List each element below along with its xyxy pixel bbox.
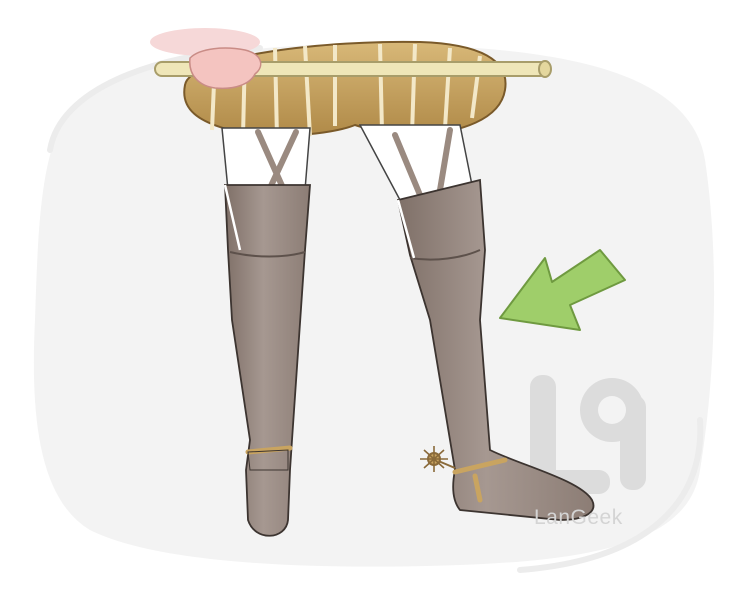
left-stocking <box>221 127 311 191</box>
watermark-text: LanGeek <box>534 506 623 529</box>
illustration-canvas <box>0 0 750 600</box>
